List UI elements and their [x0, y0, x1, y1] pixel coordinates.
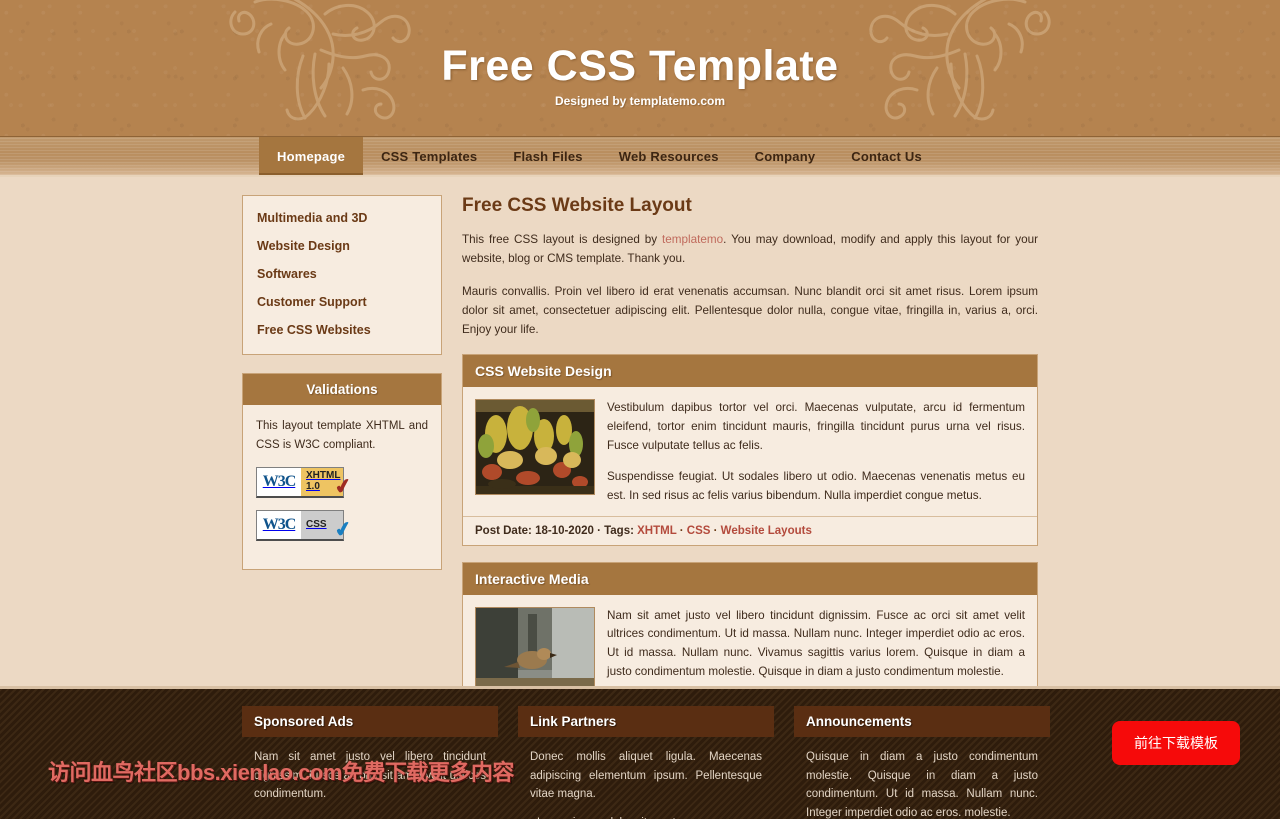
- footer-columns: Sponsored Ads Nam sit amet justo vel lib…: [242, 689, 1050, 819]
- sidebar-menu: Multimedia and 3D Website Design Softwar…: [243, 196, 441, 354]
- sidebar-item-website-design[interactable]: Website Design: [243, 232, 441, 260]
- download-template-button[interactable]: 前往下载模板: [1112, 721, 1240, 765]
- post-title: Interactive Media: [463, 562, 1037, 595]
- w3c-logo-icon: W3C: [257, 510, 301, 539]
- nav-item-company[interactable]: Company: [737, 137, 834, 175]
- footer-heading: Link Partners: [518, 706, 774, 737]
- checkmark-icon: ✔: [333, 517, 355, 543]
- post-thumbnail-autumn-foliage[interactable]: [475, 398, 595, 495]
- site-tagline: Designed by templatemo.com: [554, 94, 726, 108]
- validations-box: Validations This layout template XHTML a…: [242, 373, 442, 570]
- footer-list-item[interactable]: Lorem ipsum dolor sit amet: [530, 814, 762, 819]
- post-css-website-design: CSS Website Design Vestibulum dapibus to…: [462, 353, 1038, 546]
- footer-body: Donec mollis aliquet ligula. Maecenas ad…: [518, 737, 774, 819]
- post-paragraph: Suspendisse feugiat. Ut sodales libero u…: [607, 469, 1025, 502]
- sidebar-item-multimedia-and-3d[interactable]: Multimedia and 3D: [243, 204, 441, 232]
- sidebar-item-free-css-websites[interactable]: Free CSS Websites: [243, 316, 441, 344]
- footer-column-link-partners: Link Partners Donec mollis aliquet ligul…: [518, 706, 774, 819]
- validations-heading: Validations: [243, 374, 441, 405]
- footer-text: Quisque in diam a justo condimentum mole…: [806, 751, 1038, 819]
- tag-separator: ·: [710, 524, 721, 537]
- nav-item-css-templates[interactable]: CSS Templates: [363, 137, 495, 175]
- post-tag[interactable]: XHTML: [637, 525, 676, 537]
- footer-text: Donec mollis aliquet ligula. Maecenas ad…: [530, 751, 762, 801]
- templatemo-link[interactable]: templatemo: [662, 233, 723, 246]
- post-text: Vestibulum dapibus tortor vel orci. Maec…: [607, 399, 1025, 506]
- page-body: Multimedia and 3D Website Design Softwar…: [0, 177, 1280, 757]
- tag-separator: ·: [676, 524, 687, 537]
- intro-paragraph: This free CSS layout is designed by temp…: [462, 231, 1038, 269]
- sidebar-menu-box: Multimedia and 3D Website Design Softwar…: [242, 195, 442, 355]
- nav-item-web-resources[interactable]: Web Resources: [601, 137, 737, 175]
- footer-column-announcements: Announcements Quisque in diam a justo co…: [794, 706, 1050, 819]
- w3c-logo-icon: W3C: [257, 467, 301, 496]
- sidebar-item-softwares[interactable]: Softwares: [243, 260, 441, 288]
- post-meta-label: Post Date: 18-10-2020 · Tags:: [475, 524, 634, 537]
- post-paragraph: Nam sit amet justo vel libero tincidunt …: [607, 608, 1025, 679]
- watermark-text: 访问血鸟社区bbs.xienlao.com免费下载更多内容: [48, 760, 514, 785]
- site-title: Free CSS Template: [441, 42, 839, 90]
- main-navigation: Homepage CSS Templates Flash Files Web R…: [0, 137, 1280, 177]
- nav-item-homepage[interactable]: Homepage: [259, 137, 364, 175]
- footer-body: Quisque in diam a justo condimentum mole…: [794, 737, 1050, 819]
- post-title: CSS Website Design: [463, 354, 1037, 387]
- sidebar-item-customer-support[interactable]: Customer Support: [243, 288, 441, 316]
- post-tag[interactable]: CSS: [687, 525, 711, 537]
- nav-item-flash-files[interactable]: Flash Files: [495, 137, 600, 175]
- footer-heading: Announcements: [794, 706, 1050, 737]
- validations-text: This layout template XHTML and CSS is W3…: [256, 420, 428, 451]
- sidebar: Multimedia and 3D Website Design Softwar…: [242, 195, 442, 686]
- nav-list: Homepage CSS Templates Flash Files Web R…: [0, 137, 1280, 175]
- site-header: Free CSS Template Designed by templatemo…: [0, 0, 1280, 137]
- secondary-paragraph: Mauris convallis. Proin vel libero id er…: [462, 284, 1038, 336]
- intro-before: This free CSS layout is designed by: [462, 233, 663, 246]
- autumn-foliage-image: [476, 399, 594, 494]
- post-paragraph: Vestibulum dapibus tortor vel orci. Maec…: [607, 400, 1025, 452]
- main-content: Free CSS Website Layout This free CSS la…: [462, 195, 1038, 757]
- nav-item-contact-us[interactable]: Contact Us: [833, 137, 940, 175]
- footer-link-list: Lorem ipsum dolor sit amet: [530, 814, 762, 819]
- w3c-xhtml-badge[interactable]: W3C XHTML 1.0 ✔: [256, 466, 354, 499]
- page-inner: Multimedia and 3D Website Design Softwar…: [242, 195, 1038, 757]
- post-tag[interactable]: Website Layouts: [721, 525, 812, 537]
- validations-body: This layout template XHTML and CSS is W3…: [243, 405, 441, 569]
- post-body: Vestibulum dapibus tortor vel orci. Maec…: [463, 387, 1037, 516]
- post-meta: Post Date: 18-10-2020 · Tags: XHTML · CS…: [463, 515, 1037, 545]
- page-title: Free CSS Website Layout: [462, 195, 692, 216]
- checkmark-icon: ✔: [333, 474, 355, 500]
- site-footer: Sponsored Ads Nam sit amet justo vel lib…: [0, 686, 1280, 819]
- footer-heading: Sponsored Ads: [242, 706, 498, 737]
- w3c-css-badge[interactable]: W3C CSS ✔: [256, 509, 354, 542]
